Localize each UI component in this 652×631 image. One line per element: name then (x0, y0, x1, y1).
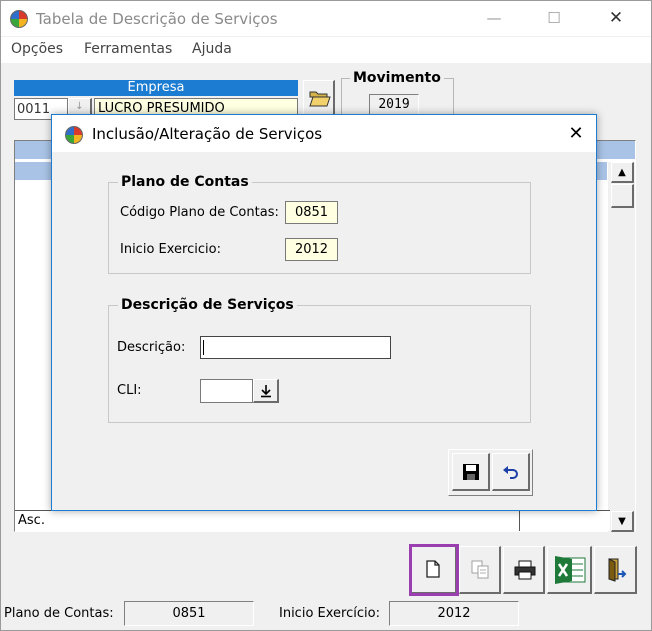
grid-sort-cell[interactable]: Asc. (15, 510, 520, 531)
menu-ajuda[interactable]: Ajuda (192, 41, 232, 57)
status-inicio-label: Inicio Exercício: (279, 606, 380, 621)
cli-label: CLI: (117, 383, 142, 398)
minimize-button[interactable]: — (471, 1, 517, 35)
undo-button[interactable] (492, 453, 530, 491)
scroll-thumb[interactable] (611, 184, 634, 208)
save-button[interactable] (452, 453, 490, 491)
save-disk-icon (463, 464, 479, 480)
dialog-title: Inclusão/Alteração de Serviços (92, 125, 323, 143)
grid-scrollbar[interactable] (610, 162, 635, 532)
empresa-header: Empresa (14, 80, 298, 96)
copy-icon (471, 560, 489, 579)
menu-ferramentas[interactable]: Ferramentas (84, 41, 172, 57)
app-logo-icon (10, 10, 28, 28)
text-cursor (203, 340, 204, 355)
inicio-exercicio-label: Inicio Exercicio: (120, 242, 221, 257)
open-folder-icon (309, 91, 331, 107)
cli-input[interactable] (200, 379, 253, 403)
inicio-exercicio-field: 2012 (285, 238, 338, 261)
descricao-label: Descrição: (117, 340, 186, 355)
grid-footer-cell (520, 510, 610, 531)
down-arrow-icon (261, 385, 271, 398)
descricao-input[interactable] (200, 336, 391, 359)
title-bar: Tabela de Descrição de Serviços — ☐ ✕ (1, 1, 651, 36)
movimento-label: Movimento (350, 70, 444, 86)
cli-dropdown-button[interactable] (253, 379, 279, 403)
menu-opcoes[interactable]: Opções (11, 41, 63, 57)
exit-door-icon (608, 558, 627, 582)
print-button[interactable] (503, 546, 545, 594)
open-folder-button[interactable] (303, 80, 335, 116)
codigo-plano-field: 0851 (285, 201, 338, 224)
copy-button[interactable] (459, 546, 501, 594)
new-record-button[interactable] (409, 544, 459, 596)
export-excel-button[interactable] (547, 546, 592, 594)
window-title: Tabela de Descrição de Serviços (36, 10, 278, 28)
exit-button[interactable] (594, 546, 637, 594)
undo-arrow-icon (503, 466, 518, 479)
printer-icon (514, 560, 536, 580)
codigo-plano-label: Código Plano de Contas: (120, 205, 279, 220)
movimento-year-field[interactable]: 2019 (369, 94, 419, 116)
scroll-down-arrow-icon[interactable]: ▼ (611, 511, 634, 532)
status-plano-value: 0851 (124, 601, 254, 626)
menu-bar: Opções Ferramentas Ajuda (1, 37, 651, 63)
status-inicio-value: 2012 (389, 601, 519, 626)
plano-contas-group-title: Plano de Contas (118, 174, 252, 190)
dialog-logo-icon (65, 126, 83, 144)
descricao-servicos-group-title: Descrição de Serviços (118, 297, 297, 313)
new-document-icon (426, 560, 440, 578)
dialog-close-button[interactable]: ✕ (558, 118, 594, 150)
descricao-servicos-group (108, 305, 531, 423)
excel-icon (555, 556, 586, 584)
close-button[interactable]: ✕ (593, 1, 639, 35)
maximize-button[interactable]: ☐ (531, 1, 577, 35)
scroll-up-arrow-icon[interactable]: ▲ (611, 162, 634, 183)
status-plano-label: Plano de Contas: (4, 606, 114, 621)
inclusao-dialog: Inclusão/Alteração de Serviços ✕ Plano d… (51, 114, 597, 511)
dialog-title-bar: Inclusão/Alteração de Serviços ✕ (52, 115, 596, 152)
